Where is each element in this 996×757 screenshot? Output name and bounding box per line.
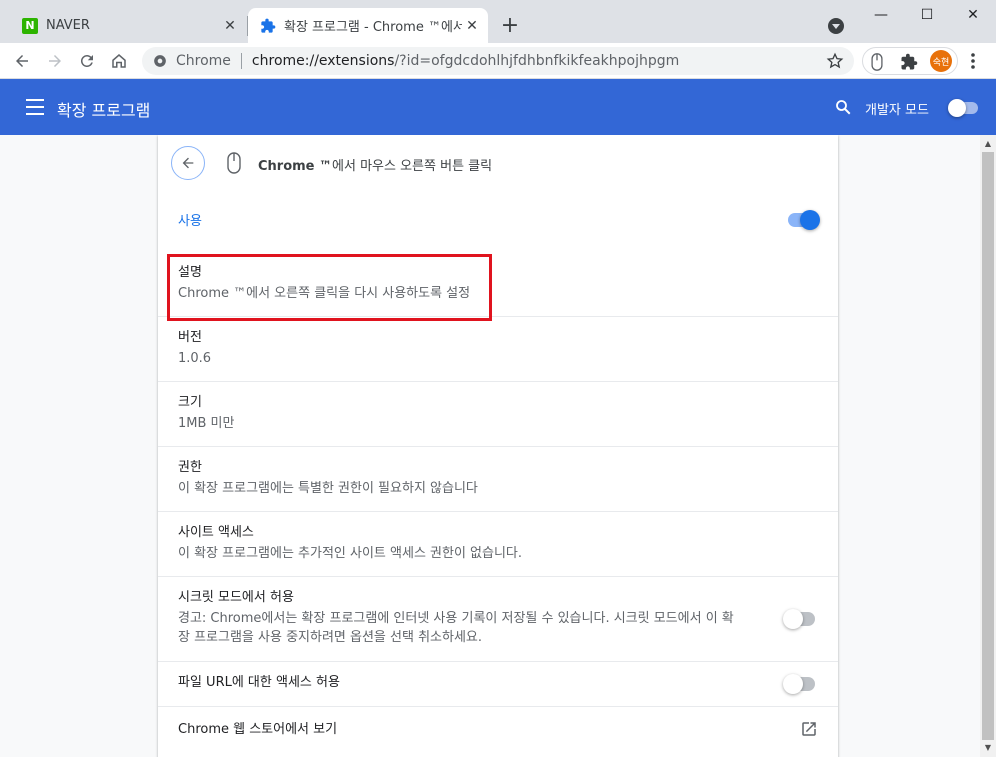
tab-close-icon[interactable]: ✕ bbox=[462, 16, 482, 36]
arrow-back-icon bbox=[182, 157, 194, 169]
new-tab-button[interactable]: + bbox=[499, 13, 521, 38]
file-urls-label: 파일 URL에 대한 액세스 허용 bbox=[178, 675, 340, 690]
divider bbox=[158, 511, 838, 512]
arrow-left-icon bbox=[16, 55, 28, 67]
home-button[interactable] bbox=[105, 47, 133, 75]
incognito-label: 시크릿 모드에서 허용 bbox=[178, 590, 294, 605]
store-link-label: Chrome 웹 스토어에서 보기 bbox=[178, 722, 338, 737]
developer-mode-toggle[interactable] bbox=[948, 99, 980, 117]
back-to-list-button[interactable] bbox=[171, 146, 205, 180]
site-access-section: 사이트 액세스 이 확장 프로그램에는 추가적인 사이트 액세스 권한이 없습니… bbox=[178, 524, 818, 563]
page-scrollbar[interactable]: ▲ ▼ bbox=[980, 135, 996, 757]
page-title: 확장 프로그램 bbox=[57, 101, 151, 120]
profile-avatar[interactable]: 숙현 bbox=[930, 50, 952, 72]
tab-close-icon[interactable]: ✕ bbox=[220, 16, 240, 36]
incognito-warning-line1: 경고: Chrome에서는 확장 프로그램에 인터넷 사용 기록이 저장될 수 … bbox=[178, 611, 734, 626]
divider bbox=[158, 446, 838, 447]
incognito-section: 시크릿 모드에서 허용 경고: Chrome에서는 확장 프로그램에 인터넷 사… bbox=[178, 589, 768, 647]
tab-naver[interactable]: N NAVER ✕ bbox=[10, 8, 246, 43]
url-text: chrome://extensions/?id=ofgdcdohlhjfdhbn… bbox=[252, 53, 826, 69]
size-value: 1MB 미만 bbox=[178, 416, 235, 431]
bookmark-star-icon[interactable] bbox=[826, 52, 844, 70]
arrow-right-icon bbox=[49, 55, 61, 67]
chrome-logo-icon bbox=[152, 53, 168, 69]
incognito-toggle[interactable] bbox=[783, 609, 817, 629]
home-icon bbox=[112, 54, 126, 68]
size-label: 크기 bbox=[178, 395, 202, 410]
version-value: 1.0.6 bbox=[178, 351, 212, 366]
mouse-icon bbox=[227, 152, 241, 174]
scroll-thumb[interactable] bbox=[982, 152, 994, 740]
tab-title: 확장 프로그램 - Chrome ™에서 bbox=[284, 20, 462, 35]
enabled-toggle[interactable] bbox=[786, 210, 820, 230]
puzzle-favicon-icon bbox=[261, 18, 276, 33]
divider bbox=[158, 706, 838, 707]
extension-name-rest: 에서 마우스 오른쪽 버튼 클릭 bbox=[332, 159, 493, 174]
permissions-section: 권한 이 확장 프로그램에는 특별한 권한이 필요하지 않습니다 bbox=[178, 459, 818, 498]
close-window-button[interactable]: ✕ bbox=[950, 0, 996, 30]
extension-details-card: Chrome ™에서 마우스 오른쪽 버튼 클릭 사용 설명 Chrome ™에… bbox=[158, 135, 838, 757]
more-vert-icon[interactable] bbox=[964, 51, 982, 71]
details-header: Chrome ™에서 마우스 오른쪽 버튼 클릭 bbox=[158, 135, 838, 191]
divider bbox=[158, 381, 838, 382]
enabled-label: 사용 bbox=[178, 214, 202, 229]
browser-toolbar: Chrome chrome://extensions/?id=ofgdcdohl… bbox=[0, 43, 996, 79]
reload-button[interactable] bbox=[73, 47, 101, 75]
back-button[interactable] bbox=[8, 47, 36, 75]
reload-icon bbox=[80, 54, 93, 67]
details-page: Chrome ™에서 마우스 오른쪽 버튼 클릭 사용 설명 Chrome ™에… bbox=[0, 135, 980, 757]
site-access-value: 이 확장 프로그램에는 추가적인 사이트 액세스 권한이 없습니다. bbox=[178, 546, 523, 561]
tab-strip: N NAVER ✕ 확장 프로그램 - Chrome ™에서 ✕ + — ☐ ✕ bbox=[0, 0, 996, 43]
divider bbox=[158, 661, 838, 662]
site-access-label: 사이트 액세스 bbox=[178, 525, 254, 540]
omnibox-chip: Chrome bbox=[176, 53, 231, 69]
highlight-box bbox=[167, 254, 492, 321]
url-path: /?id=ofgdcdohlhjfdhbnfkikfeakhpojhpgm bbox=[394, 53, 680, 69]
tab-search-icon[interactable] bbox=[828, 18, 844, 34]
store-link-row[interactable]: Chrome 웹 스토어에서 보기 bbox=[178, 721, 818, 739]
open-in-new-icon[interactable] bbox=[800, 720, 818, 738]
menu-icon[interactable] bbox=[26, 99, 44, 115]
size-section: 크기 1MB 미만 bbox=[178, 394, 818, 433]
version-label: 버전 bbox=[178, 330, 202, 345]
minimize-button[interactable]: — bbox=[858, 0, 904, 30]
omnibox-divider bbox=[240, 53, 242, 69]
scroll-down-arrow-icon[interactable]: ▼ bbox=[980, 739, 996, 755]
extensions-app-bar: 확장 프로그램 개발자 모드 bbox=[0, 79, 996, 135]
search-icon[interactable] bbox=[834, 98, 852, 116]
mouse-extension-icon[interactable] bbox=[870, 53, 884, 71]
address-bar[interactable]: Chrome chrome://extensions/?id=ofgdcdohl… bbox=[142, 47, 854, 75]
url-host: chrome://extensions bbox=[251, 53, 395, 69]
extension-name: Chrome ™에서 마우스 오른쪽 버튼 클릭 bbox=[258, 155, 492, 174]
scroll-up-arrow-icon[interactable]: ▲ bbox=[980, 135, 996, 151]
file-urls-section: 파일 URL에 대한 액세스 허용 bbox=[178, 674, 818, 692]
extension-name-bold: Chrome ™ bbox=[258, 159, 333, 174]
divider bbox=[158, 576, 838, 577]
maximize-button[interactable]: ☐ bbox=[904, 0, 950, 30]
developer-mode-label: 개발자 모드 bbox=[865, 103, 929, 118]
naver-favicon-icon: N bbox=[22, 17, 38, 34]
permissions-label: 권한 bbox=[178, 460, 202, 475]
incognito-warning-line2: 장 프로그램을 사용 중지하려면 옵션을 선택 취소하세요. bbox=[178, 630, 483, 645]
tab-title: NAVER bbox=[46, 18, 90, 33]
puzzle-extensions-icon[interactable] bbox=[900, 53, 918, 71]
tab-extensions[interactable]: 확장 프로그램 - Chrome ™에서 ✕ bbox=[248, 8, 488, 43]
forward-button[interactable] bbox=[41, 47, 69, 75]
permissions-value: 이 확장 프로그램에는 특별한 권한이 필요하지 않습니다 bbox=[178, 481, 478, 496]
version-section: 버전 1.0.6 bbox=[178, 329, 818, 368]
file-urls-toggle[interactable] bbox=[783, 674, 817, 694]
